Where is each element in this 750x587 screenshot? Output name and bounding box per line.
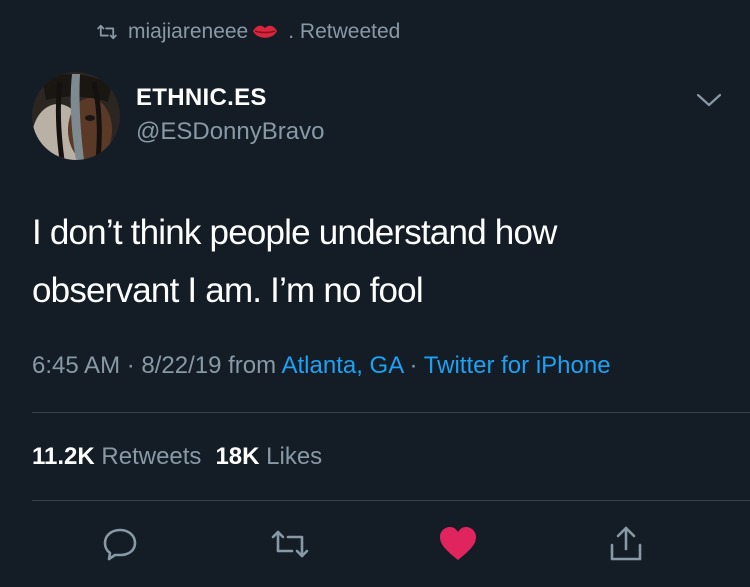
handle[interactable]: @ESDonnyBravo bbox=[136, 118, 324, 146]
share-icon bbox=[610, 526, 642, 561]
like-icon bbox=[440, 527, 476, 560]
retweeter-name[interactable]: miajiareneee bbox=[128, 20, 248, 44]
like-button[interactable] bbox=[438, 524, 478, 564]
tweet-meta: 6:45 AM · 8/22/19 from Atlanta, GA · Twi… bbox=[32, 352, 611, 380]
tweet-date: 8/22/19 bbox=[141, 352, 222, 379]
retweet-context[interactable]: miajiareneee . Retweeted bbox=[96, 20, 400, 44]
divider bbox=[32, 412, 750, 413]
reply-icon bbox=[103, 528, 137, 561]
share-button[interactable] bbox=[606, 524, 646, 564]
retweets-stat[interactable]: 11.2K Retweets bbox=[32, 443, 201, 470]
author[interactable]: ETHNIC.ES @ESDonnyBravo bbox=[136, 84, 324, 146]
retweeted-label: . Retweeted bbox=[288, 20, 401, 43]
likes-stat[interactable]: 18K Likes bbox=[215, 443, 322, 470]
lips-emoji bbox=[253, 25, 278, 38]
chevron-down-icon[interactable] bbox=[696, 92, 722, 113]
reply-button[interactable] bbox=[100, 524, 140, 564]
client-link[interactable]: Twitter for iPhone bbox=[424, 352, 611, 379]
avatar[interactable] bbox=[32, 72, 120, 160]
tweet-text-line: I don’t think people understand how bbox=[32, 213, 557, 252]
likes-count: 18K bbox=[215, 443, 260, 470]
from-label: from bbox=[221, 352, 282, 379]
display-name[interactable]: ETHNIC.ES bbox=[136, 84, 324, 112]
retweet-icon bbox=[97, 24, 117, 40]
tweet-stats: 11.2K Retweets 18K Likes bbox=[32, 443, 322, 471]
meta-separator: · bbox=[402, 352, 424, 379]
tweet-text-line: observant I am. I’m no fool bbox=[32, 271, 424, 310]
tweet-text: I don’t think people understand how obse… bbox=[32, 204, 722, 320]
retweets-label: Retweets bbox=[101, 443, 202, 470]
retweet-icon bbox=[271, 530, 309, 558]
retweet-button[interactable] bbox=[270, 524, 310, 564]
location-link[interactable]: Atlanta, GA bbox=[281, 352, 402, 379]
tweet-time: 6:45 AM bbox=[32, 352, 121, 379]
retweets-count: 11.2K bbox=[32, 443, 95, 470]
meta-separator: · bbox=[120, 352, 142, 379]
likes-label: Likes bbox=[266, 443, 323, 470]
divider bbox=[32, 500, 750, 501]
